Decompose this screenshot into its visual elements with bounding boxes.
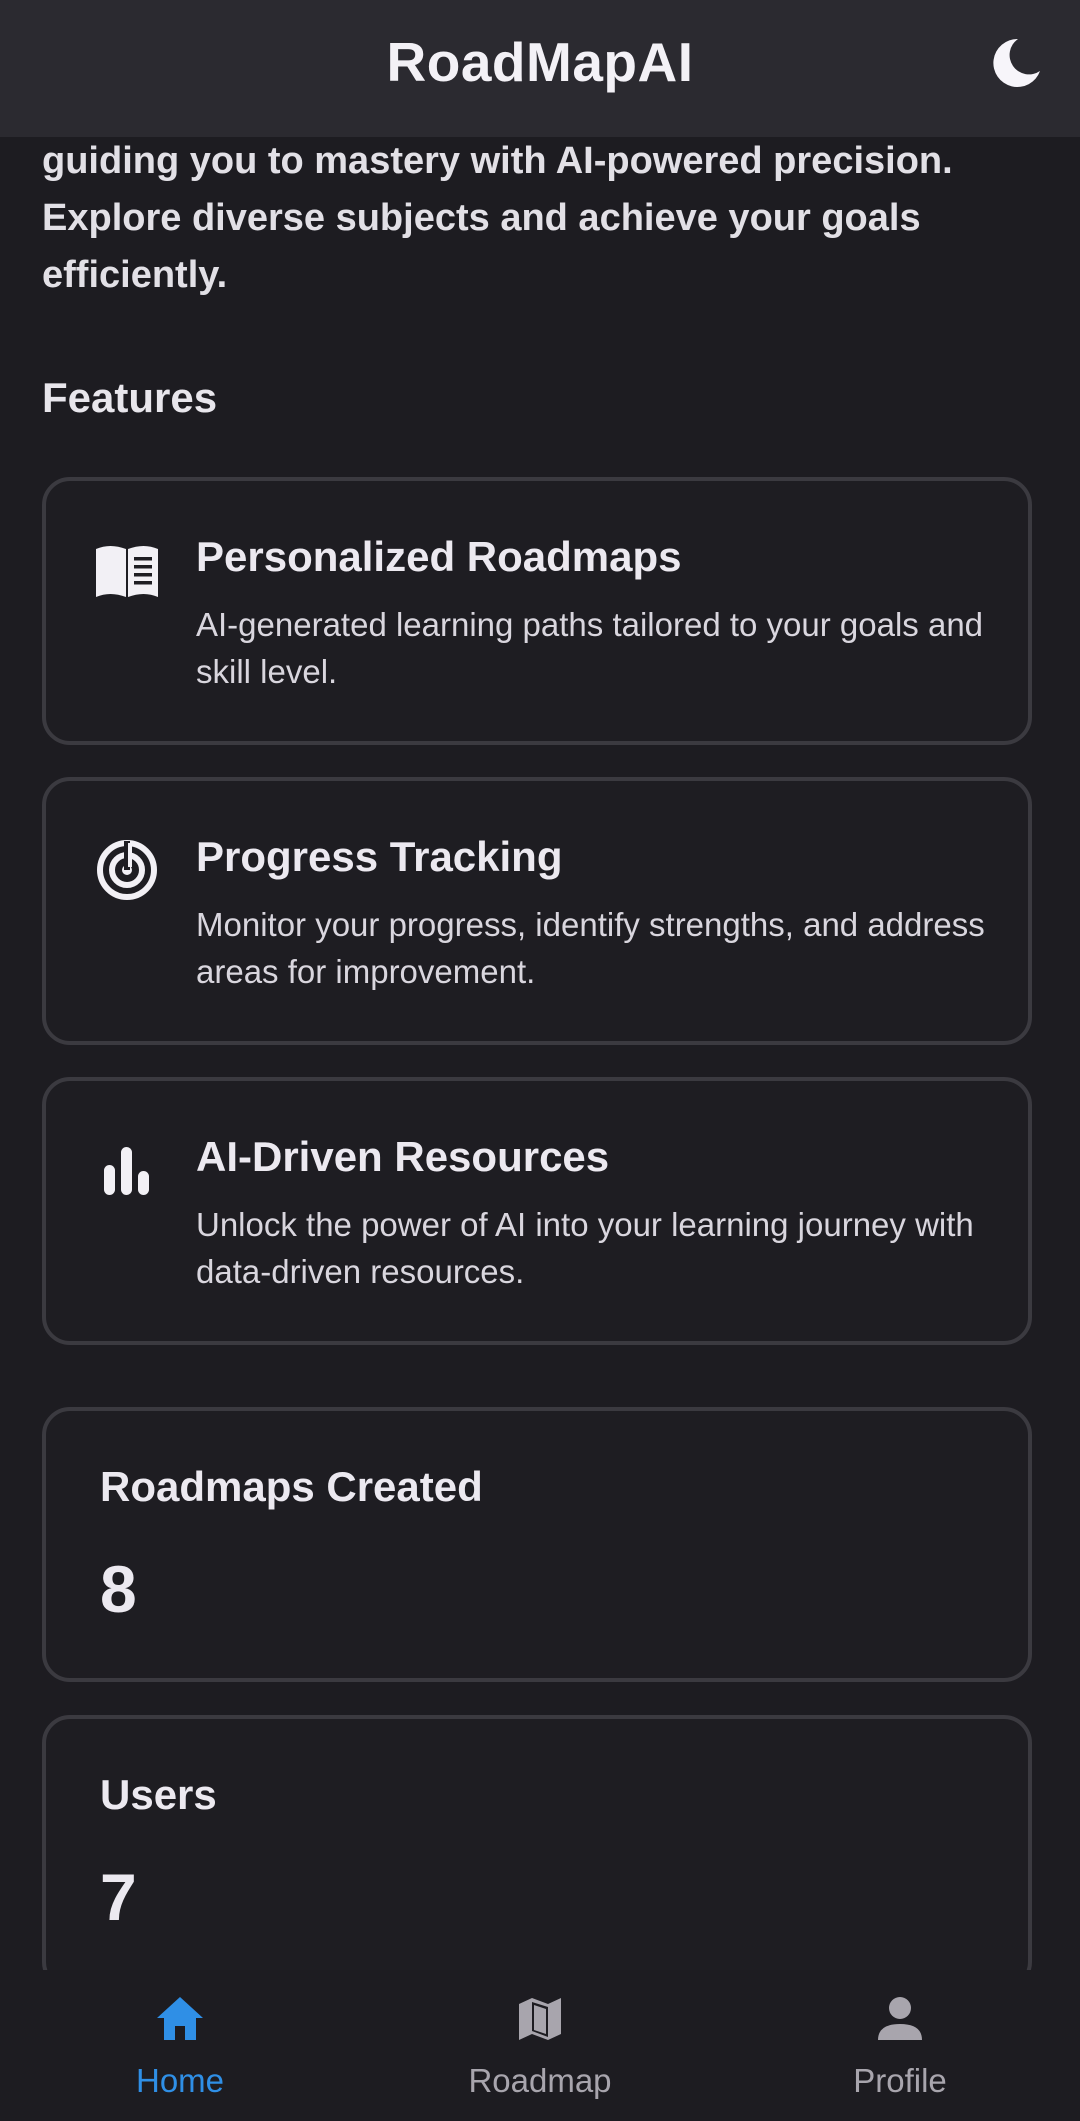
bar-chart-icon [104, 1147, 149, 1195]
feature-title: AI-Driven Resources [196, 1133, 610, 1180]
moon-icon[interactable] [988, 35, 1044, 91]
app-bar: RoadMapAI [0, 0, 1080, 137]
nav-label: Roadmap [468, 2062, 612, 2099]
feature-card-progress-tracking[interactable]: Progress Tracking Monitor your progress,… [42, 777, 1032, 1045]
book-icon [96, 546, 158, 597]
feature-card-personalized-roadmaps[interactable]: Personalized Roadmaps AI-generated learn… [42, 477, 1032, 745]
map-icon [519, 1998, 561, 2040]
stat-label: Users [100, 1771, 217, 1818]
feature-description: AI-generated learning paths tailored to … [196, 606, 984, 690]
stat-value: 8 [100, 1552, 137, 1626]
nav-item-profile[interactable]: Profile [780, 1970, 1020, 2121]
nav-item-roadmap[interactable]: Roadmap [420, 1970, 660, 2121]
bottom-navigation: Home Roadmap Profile [0, 1970, 1080, 2121]
feature-title: Personalized Roadmaps [196, 533, 682, 580]
intro-text: guiding you to mastery with AI-powered p… [42, 140, 953, 296]
feature-card-ai-driven-resources[interactable]: AI-Driven Resources Unlock the power of … [42, 1077, 1032, 1345]
target-icon [97, 840, 157, 900]
home-icon [157, 1997, 203, 2040]
nav-label: Home [135, 2062, 225, 2099]
stat-card-roadmaps-created: Roadmaps Created 8 [42, 1407, 1032, 1682]
feature-description: Monitor your progress, identify strength… [196, 906, 985, 990]
stat-label: Roadmaps Created [100, 1463, 483, 1510]
app-title: RoadMapAI [386, 31, 694, 93]
feature-description: Unlock the power of AI into your learnin… [196, 1206, 974, 1290]
stat-value: 7 [100, 1860, 137, 1934]
main-content: guiding you to mastery with AI-powered p… [0, 0, 1080, 1970]
person-icon [878, 1997, 922, 2040]
nav-item-home[interactable]: Home [60, 1970, 300, 2121]
nav-label: Profile [853, 2062, 947, 2099]
feature-title: Progress Tracking [196, 833, 563, 880]
features-heading: Features [42, 374, 218, 421]
stat-card-users: Users 7 [42, 1715, 1032, 1970]
